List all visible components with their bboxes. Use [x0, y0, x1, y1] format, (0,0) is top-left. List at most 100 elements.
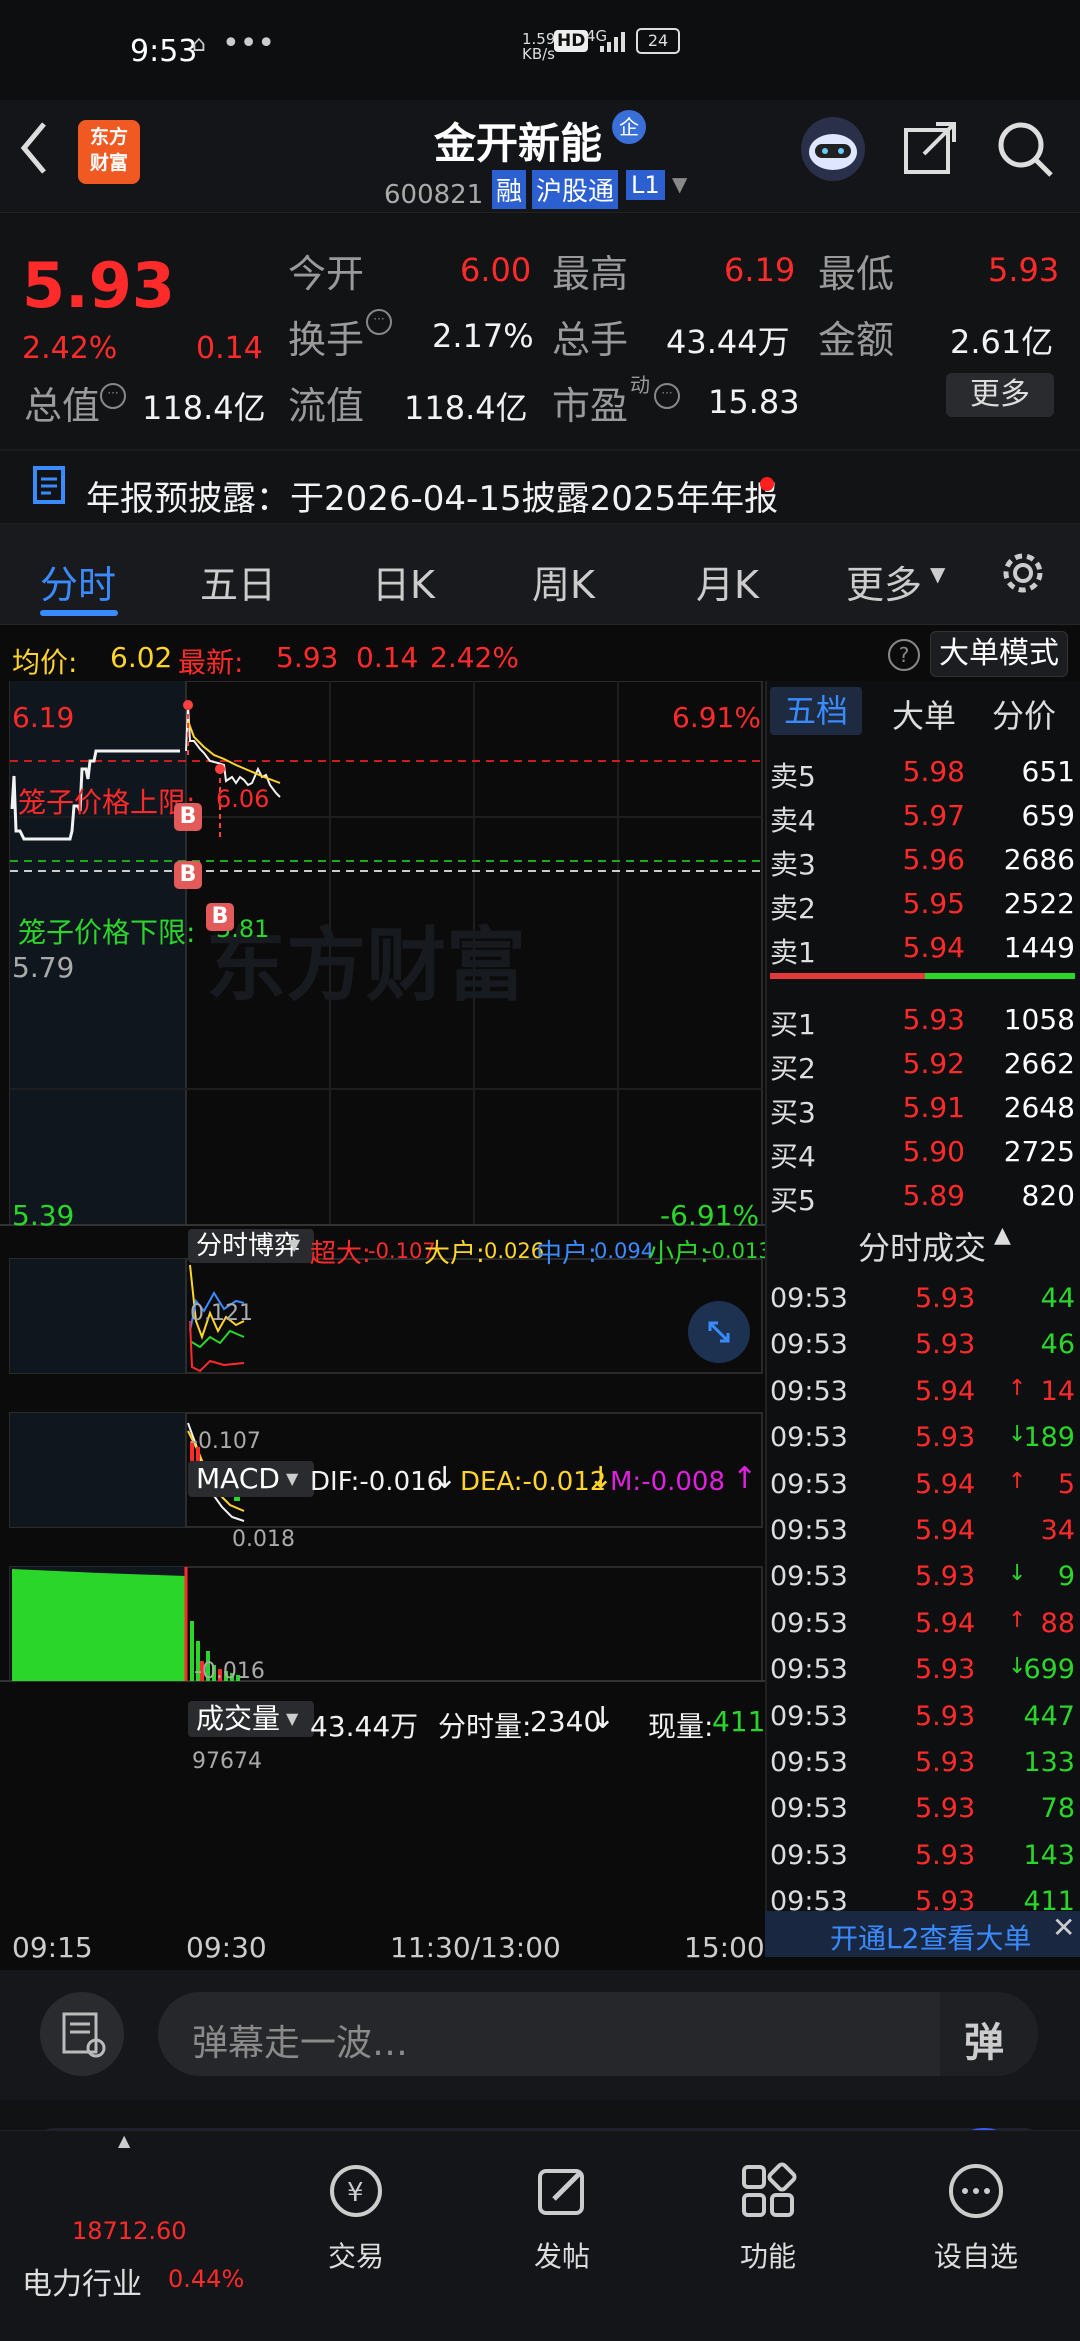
trade-volume: 411 [1023, 1886, 1075, 1917]
down-arrow-icon: ↓ [432, 1461, 458, 1496]
bid-price: 5.89 [902, 1179, 965, 1212]
bid-label: 买4 [770, 1140, 816, 1173]
tab-active-indicator [40, 610, 118, 616]
tag-l1: L1 [626, 170, 665, 200]
trade-row: 09:53 5.94 ↑ 88 [770, 1608, 1075, 1648]
intraday-chart-area: 均价: 6.02 最新: 5.93 0.14 2.42% ? 大单模式 东方财富… [0, 625, 1080, 1970]
bid-label: 买5 [770, 1184, 816, 1217]
nav-add-watchlist[interactable]: 设自选 [916, 2235, 1036, 2275]
tab-five-levels[interactable]: 五档 [770, 687, 862, 735]
nav-post[interactable]: 发帖 [502, 2235, 622, 2275]
upper-limit-value: 6.06 [216, 785, 270, 813]
stock-name: 金开新能 [434, 119, 603, 168]
ask-row[interactable]: 卖2 5.95 2522 [770, 887, 1075, 927]
low-label: 最低 [818, 252, 895, 296]
amount-value: 2.61亿 [950, 323, 1054, 361]
status-time: 9:53 [130, 34, 198, 69]
bid-row[interactable]: 买4 5.90 2725 [770, 1135, 1075, 1175]
app-logo: 东方 财富 [78, 120, 140, 184]
nav-function[interactable]: 功能 [708, 2235, 828, 2275]
tab-intraday[interactable]: 分时 [40, 554, 116, 609]
info-dots-icon[interactable]: ··· [654, 383, 680, 409]
high-value: 6.19 [724, 251, 796, 289]
bid-bar [925, 973, 1075, 979]
trade-volume: 78 [1040, 1793, 1075, 1824]
trade-price: 5.93 [915, 1886, 976, 1917]
ask-volume: 659 [1021, 799, 1075, 832]
tab-weekly-k[interactable]: 周K [532, 554, 595, 609]
bid-row[interactable]: 买5 5.89 820 [770, 1179, 1075, 1219]
expand-up-icon[interactable]: ▲ [118, 2131, 130, 2150]
signal-icon [598, 30, 628, 56]
ask-price: 5.96 [902, 843, 965, 876]
trade-yuan-icon[interactable]: ¥ [326, 2161, 386, 2225]
time-axis-close: 15:00 [684, 1931, 765, 1964]
ask-row[interactable]: 卖5 5.98 651 [770, 755, 1075, 795]
trade-row: 09:53 5.94 ↑ 14 [770, 1376, 1075, 1416]
danmu-toggle-icon[interactable]: 弹 [964, 2010, 1004, 2068]
big-order-mode-button[interactable]: 大单模式 [930, 631, 1068, 677]
grid-function-icon[interactable] [738, 2161, 798, 2225]
bid-row[interactable]: 买2 5.92 2662 [770, 1047, 1075, 1087]
trade-price: 5.93 [915, 1561, 976, 1592]
period-tabs: 分时 五日 日K 周K 月K 更多 ▼ [0, 523, 1080, 625]
buy-marker[interactable]: B [174, 861, 202, 889]
trade-volume: 5 [1057, 1469, 1075, 1500]
ask-row[interactable]: 卖1 5.94 1449 [770, 931, 1075, 971]
trade-time: 09:53 [770, 1515, 848, 1546]
trades-title[interactable]: 分时成交 [858, 1223, 986, 1269]
bid-volume: 2662 [1003, 1047, 1075, 1080]
more-button[interactable]: 更多 [946, 373, 1054, 417]
tag-dropdown-icon[interactable]: ▼ [672, 172, 687, 196]
ask-price: 5.94 [902, 931, 965, 964]
bid-row[interactable]: 买3 5.91 2648 [770, 1091, 1075, 1131]
open-value: 6.00 [460, 251, 532, 289]
flow-large-label: 大户: [424, 1239, 485, 1269]
bid-row[interactable]: 买1 5.93 1058 [770, 1003, 1075, 1043]
comment-input[interactable]: 弹幕走一波… [192, 2014, 408, 2066]
comment-list-icon[interactable] [40, 1992, 124, 2076]
flow-mid-label: 中户: [536, 1239, 597, 1269]
ask-label: 卖1 [770, 936, 816, 969]
trade-row: 09:53 5.93 78 [770, 1793, 1075, 1833]
macd-m: M:-0.008 [610, 1467, 726, 1497]
trade-direction-icon: ↑ [1008, 1469, 1027, 1494]
share-icon[interactable] [902, 120, 958, 180]
info-dots-icon[interactable]: ··· [366, 309, 392, 335]
nav-trade[interactable]: 交易 [296, 2235, 416, 2275]
trade-price: 5.93 [915, 1793, 976, 1824]
settings-gear-icon[interactable] [996, 546, 1050, 604]
post-edit-icon[interactable] [532, 2161, 592, 2225]
info-dots-icon[interactable]: ··· [100, 383, 126, 409]
watchlist-dots-icon[interactable] [946, 2161, 1006, 2225]
tab-price-distribution[interactable]: 分价 [992, 691, 1056, 737]
expand-icon[interactable] [688, 1301, 750, 1363]
bid-volume: 1058 [1003, 1003, 1075, 1036]
y-bottom-pct-label: -6.91% [660, 1199, 760, 1232]
index-name[interactable]: 电力行业 [22, 2259, 142, 2303]
macd-top-label: 0.018 [232, 1527, 295, 1552]
bid-price: 5.92 [902, 1047, 965, 1080]
help-icon[interactable]: ? [888, 639, 920, 671]
tab-daily-k[interactable]: 日K [372, 554, 435, 609]
ask-bar [770, 973, 925, 979]
tab-monthly-k[interactable]: 月K [696, 554, 759, 609]
back-icon[interactable] [18, 118, 48, 182]
notice-text[interactable]: 年报预披露：于2026-04-15披露2025年年报 [86, 471, 778, 520]
tab-big-orders[interactable]: 大单 [892, 691, 956, 737]
trade-price: 5.93 [915, 1654, 976, 1685]
tab-5day[interactable]: 五日 [200, 554, 276, 609]
robot-assistant-icon[interactable] [798, 114, 868, 188]
search-icon[interactable] [996, 120, 1054, 182]
macd-dif: DIF:-0.016 [310, 1467, 444, 1497]
notice-dot [760, 477, 774, 491]
ask-price: 5.95 [902, 887, 965, 920]
ask-row[interactable]: 卖3 5.96 2686 [770, 843, 1075, 883]
buy-marker[interactable]: B [206, 903, 234, 931]
collapse-up-icon[interactable]: ▲ [994, 1223, 1011, 1248]
trade-volume: 34 [1040, 1515, 1075, 1546]
turnover-value: 2.17% [432, 317, 534, 355]
tab-more[interactable]: 更多 [846, 554, 922, 609]
ask-row[interactable]: 卖4 5.97 659 [770, 799, 1075, 839]
buy-marker[interactable]: B [174, 803, 202, 831]
